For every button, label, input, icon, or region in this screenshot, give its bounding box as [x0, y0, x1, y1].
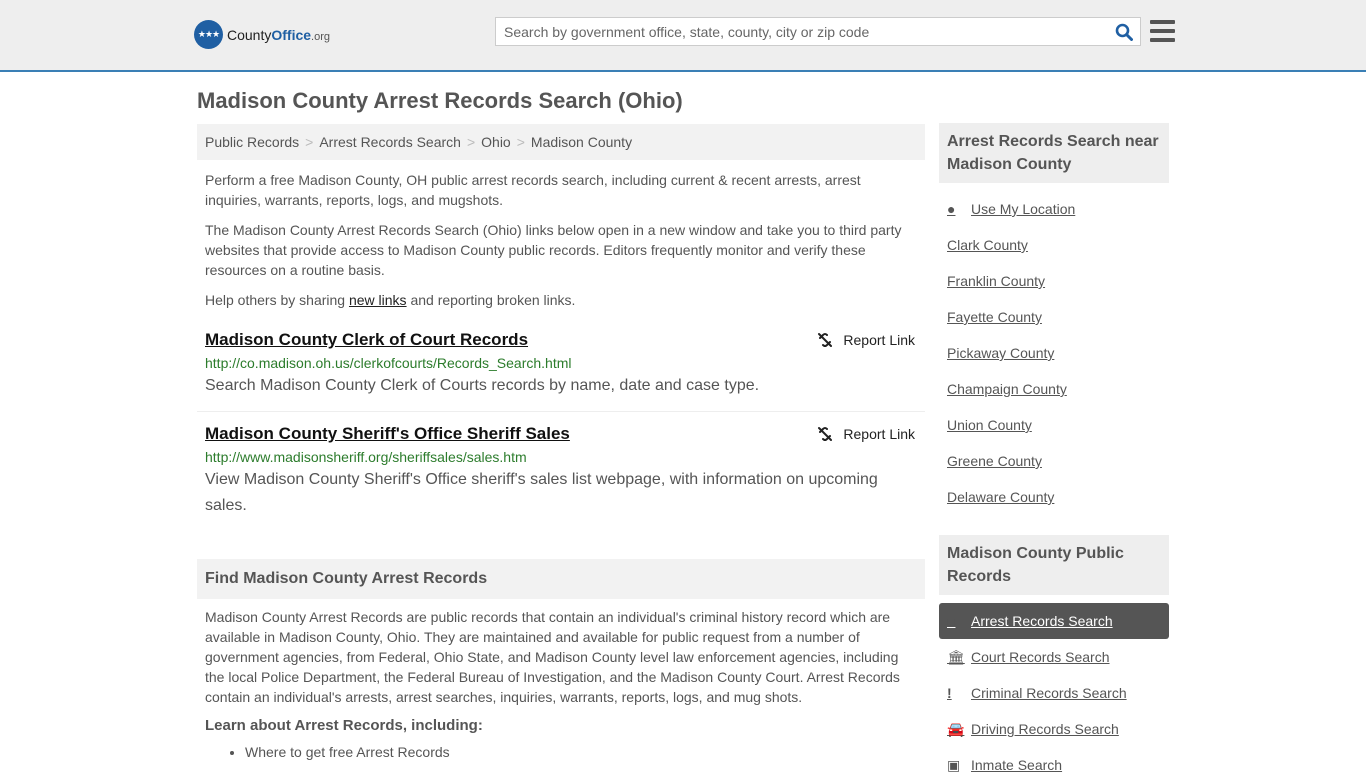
breadcrumb-madison-county[interactable]: Madison County: [531, 134, 632, 150]
record-description: Search Madison County Clerk of Courts re…: [205, 377, 760, 394]
find-section-heading: Find Madison County Arrest Records: [197, 559, 925, 599]
public-records-list: ■ Arrest Records Search 🏛 Court Records Se…: [939, 603, 1169, 783]
sidebar-item-inmate-search[interactable]: ▣ Inmate Search: [947, 747, 1161, 783]
menu-icon[interactable]: [1150, 20, 1175, 42]
car-icon: 🚘: [947, 720, 965, 737]
nearby-county-link[interactable]: Franklin County: [947, 263, 1161, 299]
use-my-location-link[interactable]: ● Use My Location: [947, 191, 1161, 227]
learn-list-item: Where to get free Arrest Records: [245, 744, 925, 760]
nearby-county-link[interactable]: Fayette County: [947, 299, 1161, 335]
new-links-link[interactable]: new links: [349, 292, 407, 308]
nearby-county-link[interactable]: Greene County: [947, 443, 1161, 479]
disclaimer-paragraph: The Madison County Arrest Records Search…: [205, 222, 902, 278]
square-icon: ■: [947, 613, 956, 629]
site-header: ★★★ CountyOffice.org: [0, 0, 1366, 72]
breadcrumb-ohio[interactable]: Ohio: [481, 134, 511, 150]
learn-heading: Learn about Arrest Records, including:: [205, 717, 483, 734]
sidebar-item-driving-records[interactable]: 🚘 Driving Records Search: [947, 711, 1161, 747]
nearby-county-link[interactable]: Pickaway County: [947, 335, 1161, 371]
nearby-county-link[interactable]: Champaign County: [947, 371, 1161, 407]
exclamation-icon: !: [947, 685, 952, 701]
eagle-logo-icon: ★★★: [194, 20, 223, 49]
search-input[interactable]: [496, 18, 1108, 45]
site-logo[interactable]: ★★★ CountyOffice.org: [194, 20, 330, 49]
page-title: Madison County Arrest Records Search (Oh…: [197, 88, 683, 113]
sidebar-item-court-records[interactable]: 🏛 Court Records Search: [947, 639, 1161, 675]
record-title-link[interactable]: Madison County Clerk of Court Records: [205, 330, 917, 350]
learn-list: Where to get free Arrest Records: [197, 744, 925, 760]
record-item: Madison County Clerk of Court Records ht…: [197, 330, 925, 399]
breadcrumb-arrest-records[interactable]: Arrest Records Search: [319, 134, 461, 150]
nearby-county-link[interactable]: Clark County: [947, 227, 1161, 263]
record-url: http://www.madisonsheriff.org/sheriffsal…: [205, 449, 527, 465]
divider: [197, 411, 925, 412]
nearby-county-link[interactable]: Delaware County: [947, 479, 1161, 515]
report-link-button[interactable]: Report Link: [817, 332, 915, 348]
record-title-link[interactable]: Madison County Sheriff's Office Sheriff …: [205, 424, 917, 444]
find-section-body: Madison County Arrest Records are public…: [205, 609, 900, 705]
sidebar-item-criminal-records[interactable]: ! Criminal Records Search: [947, 675, 1161, 711]
intro-paragraph: Perform a free Madison County, OH public…: [205, 172, 861, 208]
record-description: View Madison County Sheriff's Office she…: [205, 471, 878, 514]
broken-link-icon: [818, 427, 833, 441]
breadcrumb: Public Records > Arrest Records Search > O…: [197, 124, 925, 160]
nearby-county-link[interactable]: Union County: [947, 407, 1161, 443]
report-link-button[interactable]: Report Link: [817, 426, 915, 442]
map-pin-icon: ●: [947, 201, 956, 217]
sidebar: Arrest Records Search near Madison Count…: [939, 123, 1169, 783]
nearby-list: ● Use My Location Clark County Franklin C…: [939, 191, 1169, 515]
share-paragraph: Help others by sharing new links and rep…: [205, 292, 576, 308]
record-url: http://co.madison.oh.us/clerkofcourts/Re…: [205, 355, 572, 371]
record-item: Madison County Sheriff's Office Sheriff …: [197, 424, 925, 519]
search-button[interactable]: [1108, 18, 1140, 45]
search-bar: [495, 17, 1141, 46]
search-icon: [1115, 23, 1133, 41]
nearby-heading: Arrest Records Search near Madison Count…: [939, 123, 1169, 183]
broken-link-icon: [818, 333, 833, 347]
jail-icon: ▣: [947, 756, 961, 773]
public-records-heading: Madison County Public Records: [939, 535, 1169, 595]
breadcrumb-public-records[interactable]: Public Records: [205, 134, 299, 150]
sidebar-item-arrest-records[interactable]: ■ Arrest Records Search: [939, 603, 1169, 639]
courthouse-icon: 🏛: [947, 648, 965, 665]
main-content: Public Records > Arrest Records Search > O…: [197, 124, 925, 760]
